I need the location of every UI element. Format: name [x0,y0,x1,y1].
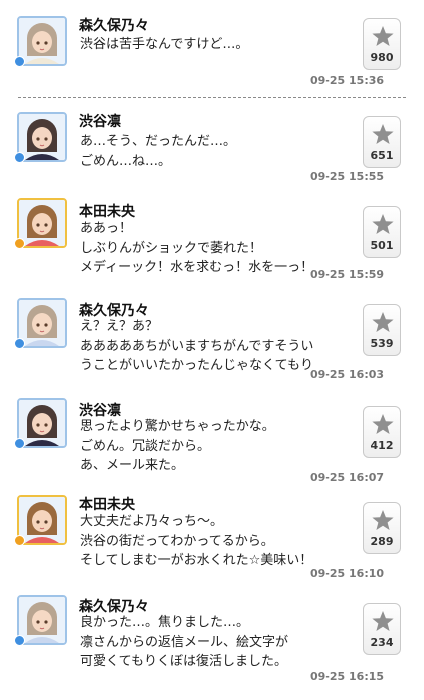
attribute-badge [14,152,25,163]
post-message: あ…そう、だったんだ…。 ごめん…ね…。 [80,132,236,171]
like-button[interactable]: 234 [363,603,401,655]
like-count: 651 [370,149,394,162]
divider [18,97,406,98]
message-line: メディーック！水を求むっ！水を一っ！ [80,260,314,275]
like-count: 980 [370,51,394,64]
message-line: しぶりんがショックで萎れた！ [80,240,263,256]
star-icon [371,213,395,239]
star-icon [371,413,395,439]
like-count: 234 [370,636,394,649]
message-line: あああああちがいますちがんですそうい [80,338,314,354]
post-timestamp: 09-25 15:59 [310,268,385,281]
star-icon [371,123,395,149]
post-message: 渋谷は苦手なんですけど…。 [80,35,248,55]
attribute-badge [14,56,25,67]
star-icon [371,509,395,535]
attribute-badge [14,535,25,546]
like-button[interactable]: 539 [363,304,401,356]
author-name[interactable]: 渋谷凛 [79,111,121,131]
like-count: 412 [370,439,394,452]
message-line: 思ったより驚かせちゃったかな。 [80,419,275,434]
message-line: 渋谷は苦手なんですけど…。 [80,37,249,52]
attribute-badge [14,338,25,349]
author-name[interactable]: 森久保乃々 [79,15,149,35]
like-button[interactable]: 289 [363,502,401,554]
message-line: 可愛くてもりくぼは復活しました。 [80,654,287,669]
like-count: 539 [370,337,394,350]
star-icon [371,610,395,636]
attribute-badge [14,438,25,449]
message-line: 渋谷の街だってわかってるから。 [80,533,274,549]
like-count: 289 [370,535,394,548]
post-message: 良かった…。焦りました…。 凛さんからの返信メール、絵文字が 可愛くてもりくぼは… [80,613,288,672]
post-timestamp: 09-25 15:36 [310,74,385,87]
star-icon [371,25,395,51]
message-line: あ、メール来た。 [80,458,185,473]
author-name[interactable]: 本田未央 [79,494,135,514]
message-line: 大丈夫だよ乃々っち～。 [80,514,224,529]
like-button[interactable]: 651 [363,116,401,168]
star-icon [371,311,395,337]
attribute-badge [14,238,25,249]
author-name[interactable]: 本田未央 [79,201,135,221]
message-line: え？え？あ？ [80,319,159,334]
post-timestamp: 09-25 16:03 [310,368,385,381]
message-line: 凛さんからの返信メール、絵文字が [80,634,289,650]
post-timestamp: 09-25 15:55 [310,170,385,183]
post-timestamp: 09-25 16:15 [310,670,385,683]
post-message: 思ったより驚かせちゃったかな。 ごめん。冗談だから。 あ、メール来た。 [80,417,275,476]
post-timestamp: 09-25 16:07 [310,471,385,484]
message-line: うことがいいたかったんじゃなくてもり [80,358,313,373]
message-line: ごめん。冗談だから。 [80,438,211,454]
post-feed: 森久保乃々 渋谷は苦手なんですけど…。 980 09-25 15:36 渋谷凛 … [0,0,424,700]
post-message: え？え？あ？ あああああちがいますちがんですそうい うことがいいたかったんじゃな… [80,317,313,376]
attribute-badge [14,635,25,646]
post-timestamp: 09-25 16:10 [310,567,385,580]
like-button[interactable]: 980 [363,18,401,70]
post-message: ああっ！ しぶりんがショックで萎れた！ メディーック！水を求むっ！水を一っ！ [80,219,313,278]
post-message: 大丈夫だよ乃々っち～。 渋谷の街だってわかってるから。 そしてしまむ一がお水くれ… [80,512,312,571]
message-line: そしてしまむ一がお水くれた☆美味い！ [80,553,313,568]
like-button[interactable]: 412 [363,406,401,458]
message-line: あ…そう、だったんだ…。 [80,134,237,149]
message-line: ごめん…ね…。 [80,153,172,169]
message-line: 良かった…。焦りました…。 [80,615,250,630]
message-line: ああっ！ [80,221,133,236]
like-count: 501 [370,239,394,252]
like-button[interactable]: 501 [363,206,401,258]
